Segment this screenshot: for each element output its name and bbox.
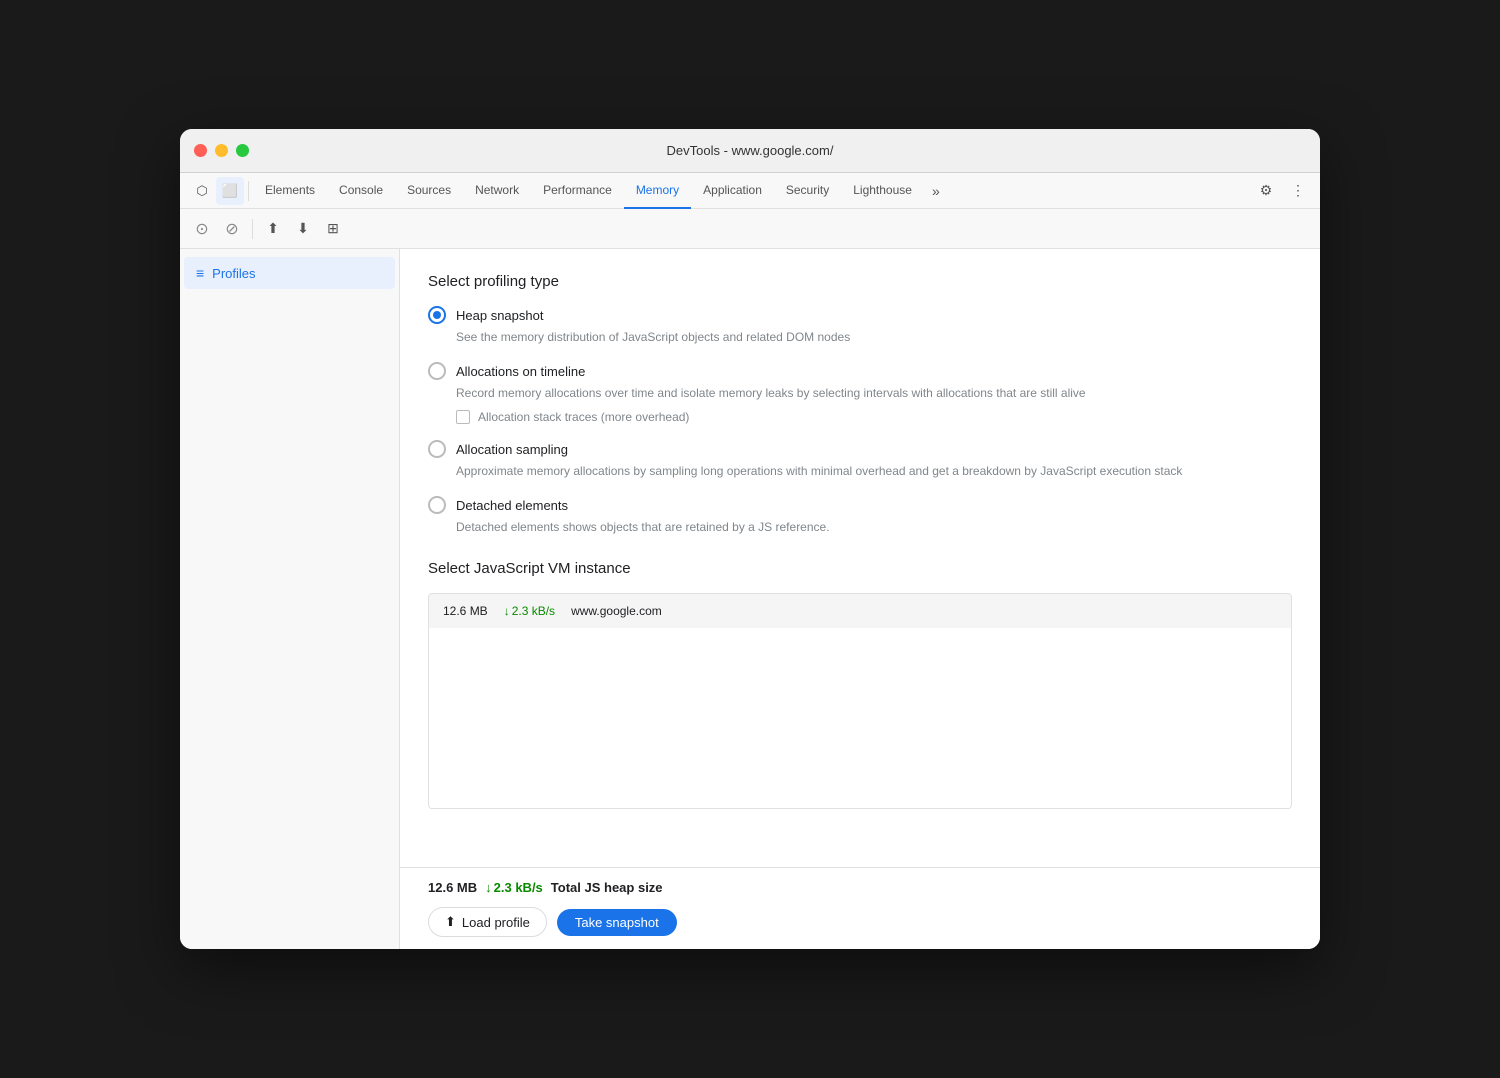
tab-security[interactable]: Security <box>774 173 841 209</box>
allocation-sampling-label: Allocation sampling <box>456 442 568 457</box>
allocation-sampling-desc: Approximate memory allocations by sampli… <box>456 462 1292 480</box>
close-button[interactable] <box>194 144 207 157</box>
detached-elements-label: Detached elements <box>456 498 568 513</box>
toolbar-separator <box>248 181 249 201</box>
footer: 12.6 MB ↓ 2.3 kB/s Total JS heap size ⬆ … <box>400 867 1320 949</box>
allocation-sampling-option: Allocation sampling Approximate memory a… <box>428 440 1292 480</box>
vm-memory: 12.6 MB <box>443 604 488 618</box>
settings-icon[interactable]: ⚙ <box>1252 177 1280 205</box>
vm-url: www.google.com <box>571 604 662 618</box>
allocation-sampling-row: Allocation sampling <box>428 440 1292 458</box>
allocation-stack-traces-label: Allocation stack traces (more overhead) <box>478 410 689 424</box>
allocations-timeline-option: Allocations on timeline Record memory al… <box>428 362 1292 424</box>
allocations-timeline-radio[interactable] <box>428 362 446 380</box>
heap-snapshot-option: Heap snapshot See the memory distributio… <box>428 306 1292 346</box>
element-picker-icon[interactable]: ⬜ <box>216 177 244 205</box>
allocation-stack-traces-checkbox[interactable] <box>456 410 470 424</box>
allocations-timeline-row: Allocations on timeline <box>428 362 1292 380</box>
footer-rate: ↓ 2.3 kB/s <box>485 880 543 895</box>
tab-actions: ⚙ ⋮ <box>1252 177 1312 205</box>
titlebar: DevTools - www.google.com/ <box>180 129 1320 173</box>
down-arrow-icon: ↓ <box>504 604 510 618</box>
record-icon[interactable]: ⊙ <box>188 215 216 243</box>
more-options-icon[interactable]: ⋮ <box>1284 177 1312 205</box>
load-profile-label: Load profile <box>462 915 530 930</box>
devtools-window: DevTools - www.google.com/ ⬡ ⬜ Elements … <box>180 129 1320 949</box>
upload-icon: ⬆ <box>445 914 456 930</box>
vm-rate: ↓ 2.3 kB/s <box>504 604 555 618</box>
sidebar-item-label: Profiles <box>212 266 255 281</box>
clear-icon[interactable]: ⊞ <box>319 215 347 243</box>
detached-elements-option: Detached elements Detached elements show… <box>428 496 1292 536</box>
footer-down-icon: ↓ <box>485 880 492 895</box>
heap-snapshot-row: Heap snapshot <box>428 306 1292 324</box>
vm-rate-value: 2.3 kB/s <box>512 604 555 618</box>
upload-icon[interactable]: ⬆ <box>259 215 287 243</box>
sidebar-item-profiles[interactable]: ≡ Profiles <box>184 257 395 289</box>
vm-instance-row[interactable]: 12.6 MB ↓ 2.3 kB/s www.google.com <box>429 594 1291 628</box>
toolbar-sep2 <box>252 219 253 239</box>
footer-memory: 12.6 MB <box>428 880 477 895</box>
footer-heap-label: Total JS heap size <box>551 880 663 895</box>
heap-snapshot-desc: See the memory distribution of JavaScrip… <box>456 328 1292 346</box>
tab-performance[interactable]: Performance <box>531 173 624 209</box>
footer-buttons: ⬆ Load profile Take snapshot <box>428 907 1292 937</box>
detached-elements-row: Detached elements <box>428 496 1292 514</box>
allocations-timeline-desc: Record memory allocations over time and … <box>456 384 1292 402</box>
tab-application[interactable]: Application <box>691 173 774 209</box>
main-content: ≡ Profiles Select profiling type Heap sn… <box>180 249 1320 949</box>
content-area: Select profiling type Heap snapshot See … <box>400 249 1320 867</box>
footer-stats: 12.6 MB ↓ 2.3 kB/s Total JS heap size <box>428 880 1292 895</box>
tab-memory[interactable]: Memory <box>624 173 691 209</box>
sidebar: ≡ Profiles <box>180 249 400 949</box>
allocation-sampling-radio[interactable] <box>428 440 446 458</box>
vm-section-title: Select JavaScript VM instance <box>428 560 1292 577</box>
detached-elements-desc: Detached elements shows objects that are… <box>456 518 1292 536</box>
tab-lighthouse[interactable]: Lighthouse <box>841 173 924 209</box>
detached-elements-radio[interactable] <box>428 496 446 514</box>
tab-network[interactable]: Network <box>463 173 531 209</box>
tab-console[interactable]: Console <box>327 173 395 209</box>
cursor-icon[interactable]: ⬡ <box>188 177 216 205</box>
tab-elements[interactable]: Elements <box>253 173 327 209</box>
tab-sources[interactable]: Sources <box>395 173 463 209</box>
profiles-icon: ≡ <box>196 265 204 281</box>
profiling-section-title: Select profiling type <box>428 273 1292 290</box>
vm-section: Select JavaScript VM instance 12.6 MB ↓ … <box>428 560 1292 809</box>
allocations-timeline-label: Allocations on timeline <box>456 364 585 379</box>
footer-rate-value: 2.3 kB/s <box>494 880 543 895</box>
maximize-button[interactable] <box>236 144 249 157</box>
stop-icon[interactable]: ⊘ <box>218 215 246 243</box>
vm-table: 12.6 MB ↓ 2.3 kB/s www.google.com <box>428 593 1292 809</box>
heap-snapshot-label: Heap snapshot <box>456 308 543 323</box>
allocation-stack-traces-row: Allocation stack traces (more overhead) <box>456 410 1292 424</box>
window-title: DevTools - www.google.com/ <box>667 143 834 158</box>
download-icon[interactable]: ⬇ <box>289 215 317 243</box>
load-profile-button[interactable]: ⬆ Load profile <box>428 907 547 937</box>
vm-empty-area <box>429 628 1291 808</box>
take-snapshot-button[interactable]: Take snapshot <box>557 909 677 936</box>
minimize-button[interactable] <box>215 144 228 157</box>
tab-bar: ⬡ ⬜ Elements Console Sources Network Per… <box>180 173 1320 209</box>
secondary-toolbar: ⊙ ⊘ ⬆ ⬇ ⊞ <box>180 209 1320 249</box>
heap-snapshot-radio[interactable] <box>428 306 446 324</box>
more-tabs-icon[interactable]: » <box>924 183 948 199</box>
traffic-lights <box>194 144 249 157</box>
